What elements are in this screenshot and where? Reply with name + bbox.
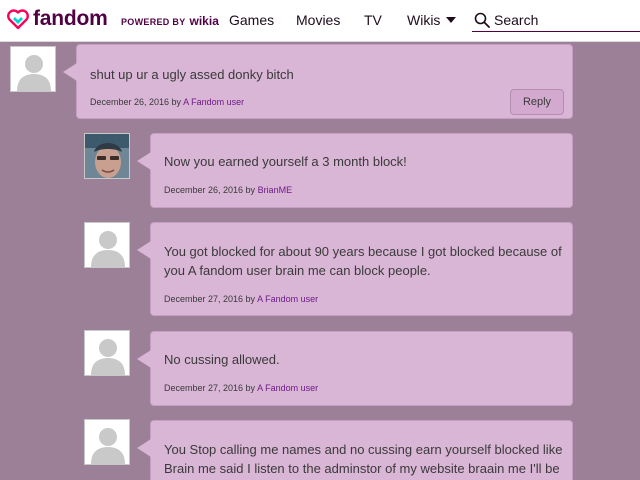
avatar[interactable] xyxy=(84,133,130,179)
default-avatar-icon xyxy=(17,55,51,91)
reply-bubble: No cussing allowed. December 27, 2016 by… xyxy=(137,331,573,406)
chevron-down-icon xyxy=(446,17,457,23)
reply-bubble: You Stop calling me names and no cussing… xyxy=(137,420,573,480)
top-navigation-bar: fandom POWERED BY wikia Games Movies TV … xyxy=(0,0,640,42)
reply-author-link[interactable]: A Fandom user xyxy=(257,294,318,304)
avatar[interactable] xyxy=(10,46,56,92)
comment-meta: December 26, 2016 by A Fandom user xyxy=(90,97,244,107)
reply-text-line-1: You got blocked for about 90 years becau… xyxy=(164,244,562,259)
default-avatar-icon xyxy=(91,231,125,267)
reply-bubble: Now you earned yourself a 3 month block!… xyxy=(137,133,573,208)
search-placeholder: Search xyxy=(494,11,539,28)
reply-author-link[interactable]: A Fandom user xyxy=(257,383,318,393)
reply-text: No cussing allowed. xyxy=(164,352,280,367)
comment-author-link[interactable]: A Fandom user xyxy=(183,97,244,107)
reply-date: December 27, 2016 by xyxy=(164,383,258,393)
comment-date: December 26, 2016 by xyxy=(90,97,184,107)
default-avatar-icon xyxy=(91,428,125,464)
reply-bubble: You got blocked for about 90 years becau… xyxy=(137,222,573,316)
nav-wikis[interactable]: Wikis xyxy=(407,12,457,28)
reply-meta: December 27, 2016 by A Fandom user xyxy=(164,383,318,393)
avatar[interactable] xyxy=(84,419,130,465)
comment-bubble: shut up ur a ugly assed donky bitch Dece… xyxy=(63,44,573,119)
default-avatar-icon xyxy=(91,339,125,375)
avatar[interactable] xyxy=(84,222,130,268)
nav-movies[interactable]: Movies xyxy=(296,12,340,28)
reply-author-link[interactable]: BrianME xyxy=(258,185,293,195)
search-icon xyxy=(474,12,490,28)
user-photo-avatar xyxy=(85,134,129,178)
reply-meta: December 26, 2016 by BrianME xyxy=(164,185,292,195)
avatar[interactable] xyxy=(84,330,130,376)
reply-text-line-1: You Stop calling me names and no cussing… xyxy=(164,442,563,457)
reply-meta: December 27, 2016 by A Fandom user xyxy=(164,294,318,304)
search-input[interactable]: Search xyxy=(472,8,640,32)
reply-date: December 26, 2016 by xyxy=(164,185,258,195)
fandom-heart-icon xyxy=(7,9,29,30)
reply-button[interactable]: Reply xyxy=(510,89,564,115)
nav-games[interactable]: Games xyxy=(229,12,274,28)
reply-date: December 27, 2016 by xyxy=(164,294,258,304)
powered-by-label: POWERED BY xyxy=(121,17,186,27)
nav-wikis-label: Wikis xyxy=(407,12,441,28)
nav-tv[interactable]: TV xyxy=(364,12,382,28)
reply-text: Now you earned yourself a 3 month block! xyxy=(164,154,407,169)
reply-text-line-2: Brain me said I listen to the adminstor … xyxy=(164,461,560,476)
powered-by-wikia: POWERED BY wikia xyxy=(121,14,219,28)
fandom-wordmark: fandom xyxy=(33,7,108,30)
comment-text: shut up ur a ugly assed donky bitch xyxy=(90,67,294,82)
reply-text-line-2: you A fandom user brain me can block peo… xyxy=(164,263,431,278)
fandom-logo[interactable]: fandom xyxy=(6,7,108,31)
wikia-wordmark: wikia xyxy=(189,14,219,28)
